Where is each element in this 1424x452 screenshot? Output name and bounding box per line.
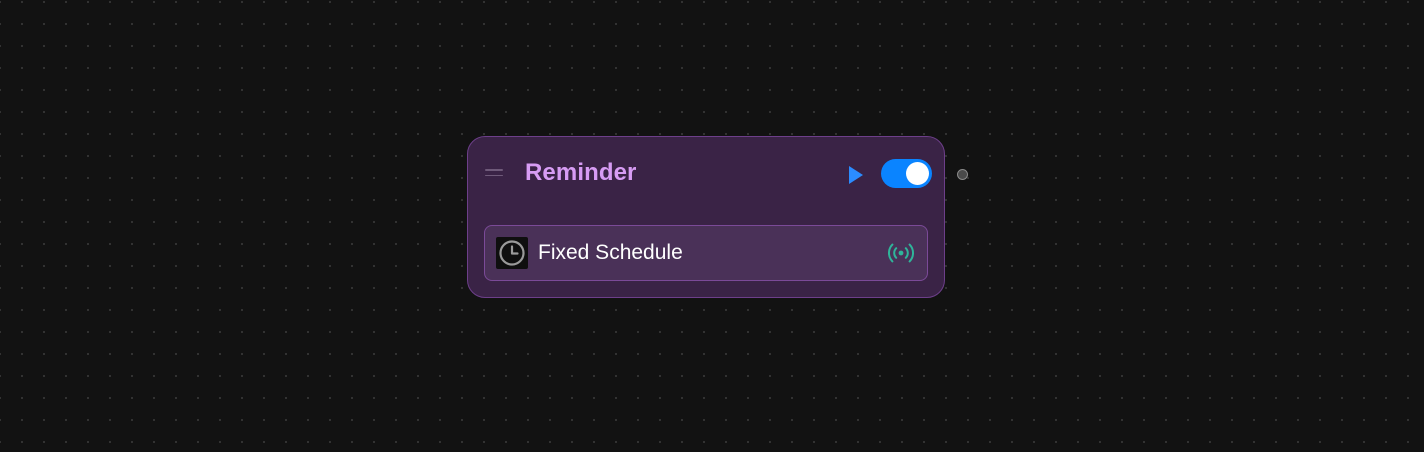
trigger-fixed-schedule[interactable]: Fixed Schedule [484,225,928,281]
enabled-toggle[interactable] [881,159,932,188]
clock-icon [496,237,528,269]
play-icon[interactable] [846,163,866,187]
reminder-node[interactable]: Reminder Fixed Schedule [467,136,945,298]
trigger-label: Fixed Schedule [538,241,683,264]
output-handle[interactable] [957,169,968,180]
broadcast-icon [886,242,916,264]
toggle-knob [906,162,929,185]
drag-handle-icon[interactable] [485,169,503,177]
node-title: Reminder [525,159,637,186]
